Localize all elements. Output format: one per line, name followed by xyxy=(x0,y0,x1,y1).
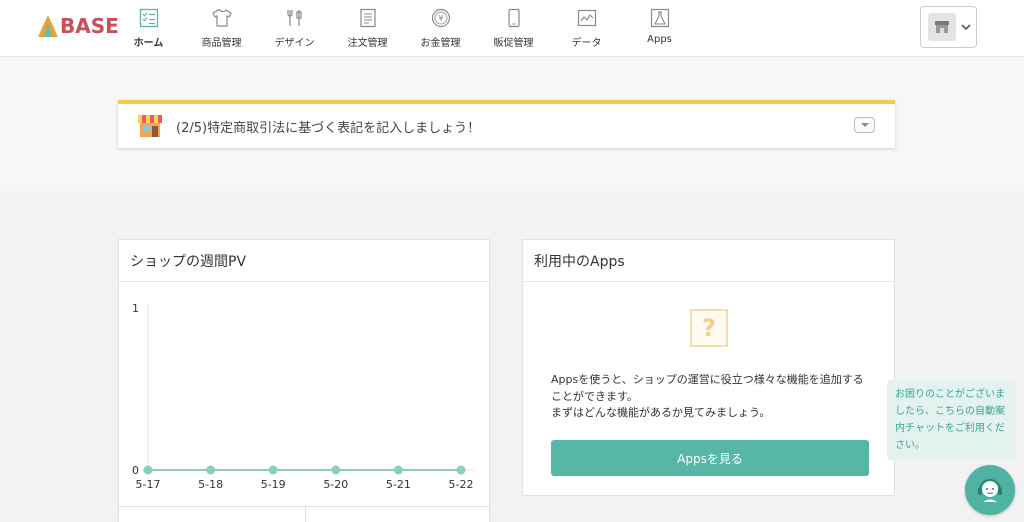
triangle-down-icon xyxy=(860,123,869,127)
nav-item-promotion[interactable]: 販促管理 xyxy=(477,0,550,57)
flask-icon xyxy=(650,8,670,28)
shop-store-icon xyxy=(928,13,956,41)
x-tick-label: 5-17 xyxy=(136,478,161,491)
nav-label: デザイン xyxy=(274,38,315,49)
yen-coin-icon: ¥ xyxy=(431,8,451,28)
weekly-pv-card: ショップの週間PV 0 1 5-17 5-18 5-19 5-20 5-21 5-22 xyxy=(118,239,490,522)
pv-card-footer xyxy=(118,506,490,522)
headset-operator-icon xyxy=(978,479,1002,502)
nav-item-apps[interactable]: Apps xyxy=(623,0,696,57)
nav-label: Apps xyxy=(647,34,672,45)
chevron-down-icon xyxy=(961,24,971,31)
pv-data-point xyxy=(393,465,403,475)
nav-label: 販促管理 xyxy=(493,38,534,49)
svg-text:¥: ¥ xyxy=(438,14,443,23)
shop-menu-button[interactable] xyxy=(920,6,977,48)
shop-front-icon xyxy=(138,115,162,137)
pv-data-point xyxy=(143,465,153,475)
x-tick-label: 5-19 xyxy=(261,478,286,491)
x-tick-label: 5-18 xyxy=(198,478,223,491)
chat-support-button[interactable] xyxy=(965,465,1015,515)
base-logo[interactable]: BASE xyxy=(38,14,119,38)
y-tick-label: 1 xyxy=(132,302,139,315)
pv-data-point xyxy=(268,465,278,475)
x-tick-label: 5-20 xyxy=(323,478,348,491)
smartphone-icon xyxy=(504,8,524,28)
document-icon xyxy=(358,8,378,28)
nav-item-products[interactable]: 商品管理 xyxy=(185,0,258,57)
weekly-pv-chart: 0 1 5-17 5-18 5-19 5-20 5-21 5-22 xyxy=(132,302,475,491)
pv-data-point xyxy=(331,465,341,475)
setup-notice[interactable]: (2/5)特定商取引法に基づく表記を記入しましょう！ xyxy=(118,100,895,148)
pv-data-point xyxy=(206,465,216,475)
view-apps-button[interactable]: Appsを見る xyxy=(551,440,869,476)
x-tick-label: 5-21 xyxy=(386,478,411,491)
chat-help-bubble[interactable]: お困りのことがございましたら、こちらの自動案内チャットをご利用ください。 xyxy=(887,380,1016,460)
nav-label: ホーム xyxy=(133,38,164,49)
main-nav: ホーム 商品管理 デザイン 注文管理 ¥ お金管理 販促管理 データ Apps xyxy=(112,0,696,57)
nav-item-home[interactable]: ホーム xyxy=(112,0,185,57)
x-tick-label: 5-22 xyxy=(449,478,474,491)
y-tick-label: 0 xyxy=(132,464,139,477)
logo-text: BASE xyxy=(60,14,119,38)
apps-card-title: 利用中のApps xyxy=(523,240,894,282)
top-header: BASE ホーム 商品管理 デザイン 注文管理 ¥ お金管理 販促管理 データ … xyxy=(0,0,1024,57)
apps-in-use-card: 利用中のApps ? Appsを使うと、ショップの運営に役立つ様々な機能を追加す… xyxy=(522,239,895,496)
question-mark-icon: ? xyxy=(690,309,728,347)
line-graph-icon xyxy=(577,8,597,28)
nav-item-orders[interactable]: 注文管理 xyxy=(331,0,404,57)
notice-toggle-button[interactable] xyxy=(854,117,875,133)
apps-desc-line: Appsを使うと、ショップの運営に役立つ様々な機能を追加することができます。 xyxy=(551,373,864,403)
notice-text: (2/5)特定商取引法に基づく表記を記入しましょう！ xyxy=(176,120,481,136)
checklist-icon xyxy=(139,8,159,28)
apps-description: Appsを使うと、ショップの運営に役立つ様々な機能を追加することができます。 ま… xyxy=(551,372,869,422)
footer-divider xyxy=(305,507,306,522)
apps-desc-line: まずはどんな機能があるか見てみましょう。 xyxy=(551,406,771,419)
nav-item-money[interactable]: ¥ お金管理 xyxy=(404,0,477,57)
pv-data-point xyxy=(456,465,466,475)
tools-icon xyxy=(285,8,305,28)
pv-card-title: ショップの週間PV xyxy=(119,240,489,282)
nav-label: 商品管理 xyxy=(201,38,242,49)
tshirt-icon xyxy=(211,8,232,28)
nav-item-design[interactable]: デザイン xyxy=(258,0,331,57)
nav-label: お金管理 xyxy=(420,38,461,49)
nav-item-data[interactable]: データ xyxy=(550,0,623,57)
nav-label: データ xyxy=(571,38,602,49)
logo-tent-icon xyxy=(38,15,58,37)
nav-label: 注文管理 xyxy=(347,38,388,49)
